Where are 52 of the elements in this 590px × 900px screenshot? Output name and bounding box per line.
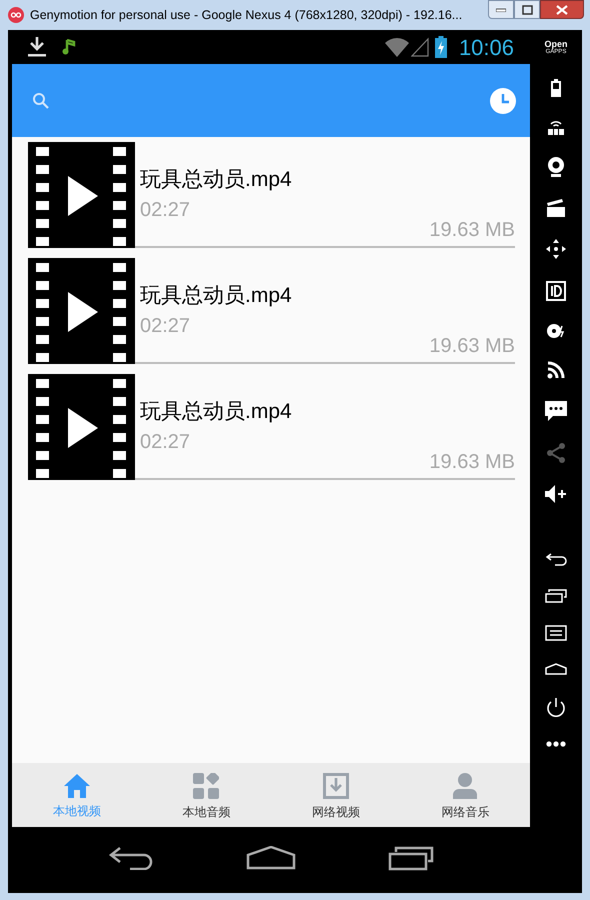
app-logo-icon xyxy=(8,7,24,23)
close-button[interactable] xyxy=(540,0,584,19)
home-icon xyxy=(64,774,90,798)
volume-up-icon[interactable] xyxy=(545,485,567,503)
signal-icon xyxy=(410,37,429,57)
video-thumbnail-icon xyxy=(28,258,135,364)
window-title: Genymotion for personal use - Google Nexus 4 (768x1280, 320dpi) - 192.16... xyxy=(30,6,464,24)
music-note-icon xyxy=(62,39,76,55)
nav-tab[interactable]: 网络视频 xyxy=(271,763,400,827)
video-name[interactable]: 玩具总动员.mp4 xyxy=(140,166,292,194)
nav-tab[interactable]: 网络音乐 xyxy=(400,763,530,827)
video-thumbnail-icon xyxy=(28,142,135,248)
back-icon[interactable] xyxy=(108,846,154,870)
maximize-button[interactable] xyxy=(514,0,540,19)
download-box-icon xyxy=(322,772,349,798)
more-icon[interactable] xyxy=(545,741,567,747)
home-icon[interactable] xyxy=(246,846,296,870)
wifi-icon xyxy=(384,37,409,57)
move-arrows-icon[interactable] xyxy=(546,239,566,259)
video-duration: 02:27 xyxy=(140,314,190,338)
history-icon[interactable] xyxy=(490,88,516,114)
battery-icon xyxy=(434,36,447,58)
minimize-button[interactable] xyxy=(488,0,514,19)
rss-icon[interactable] xyxy=(547,361,565,379)
share-icon[interactable] xyxy=(546,443,566,463)
nav-tab[interactable]: 本地音频 xyxy=(142,763,271,827)
download-icon xyxy=(28,37,46,57)
message-icon[interactable] xyxy=(545,401,567,421)
close-icon xyxy=(556,4,568,14)
person-icon xyxy=(452,772,478,798)
menu-icon[interactable] xyxy=(545,625,567,641)
maximize-icon xyxy=(522,4,532,14)
logo-text: Open xyxy=(544,40,568,49)
video-name[interactable]: 玩具总动员.mp4 xyxy=(140,398,292,426)
video-duration: 02:27 xyxy=(140,198,190,222)
video-size: 19.63 MB xyxy=(429,450,515,474)
clock-time: 10:06 xyxy=(458,34,514,62)
apps-grid-icon xyxy=(193,772,220,798)
video-thumbnail-icon xyxy=(28,374,135,480)
disc-icon[interactable] xyxy=(546,323,566,339)
id-card-icon[interactable] xyxy=(546,281,566,301)
battery-icon[interactable] xyxy=(551,79,561,97)
video-size: 19.63 MB xyxy=(429,334,515,358)
clapperboard-icon[interactable] xyxy=(547,199,565,217)
webcam-icon[interactable] xyxy=(547,157,565,177)
recent-apps-icon[interactable] xyxy=(388,845,434,871)
video-name[interactable]: 玩具总动员.mp4 xyxy=(140,282,292,310)
video-size: 19.63 MB xyxy=(429,218,515,242)
recent-apps-icon[interactable] xyxy=(545,589,567,603)
minimize-icon xyxy=(496,8,506,12)
video-duration: 02:27 xyxy=(140,430,190,454)
power-icon[interactable] xyxy=(545,697,567,719)
